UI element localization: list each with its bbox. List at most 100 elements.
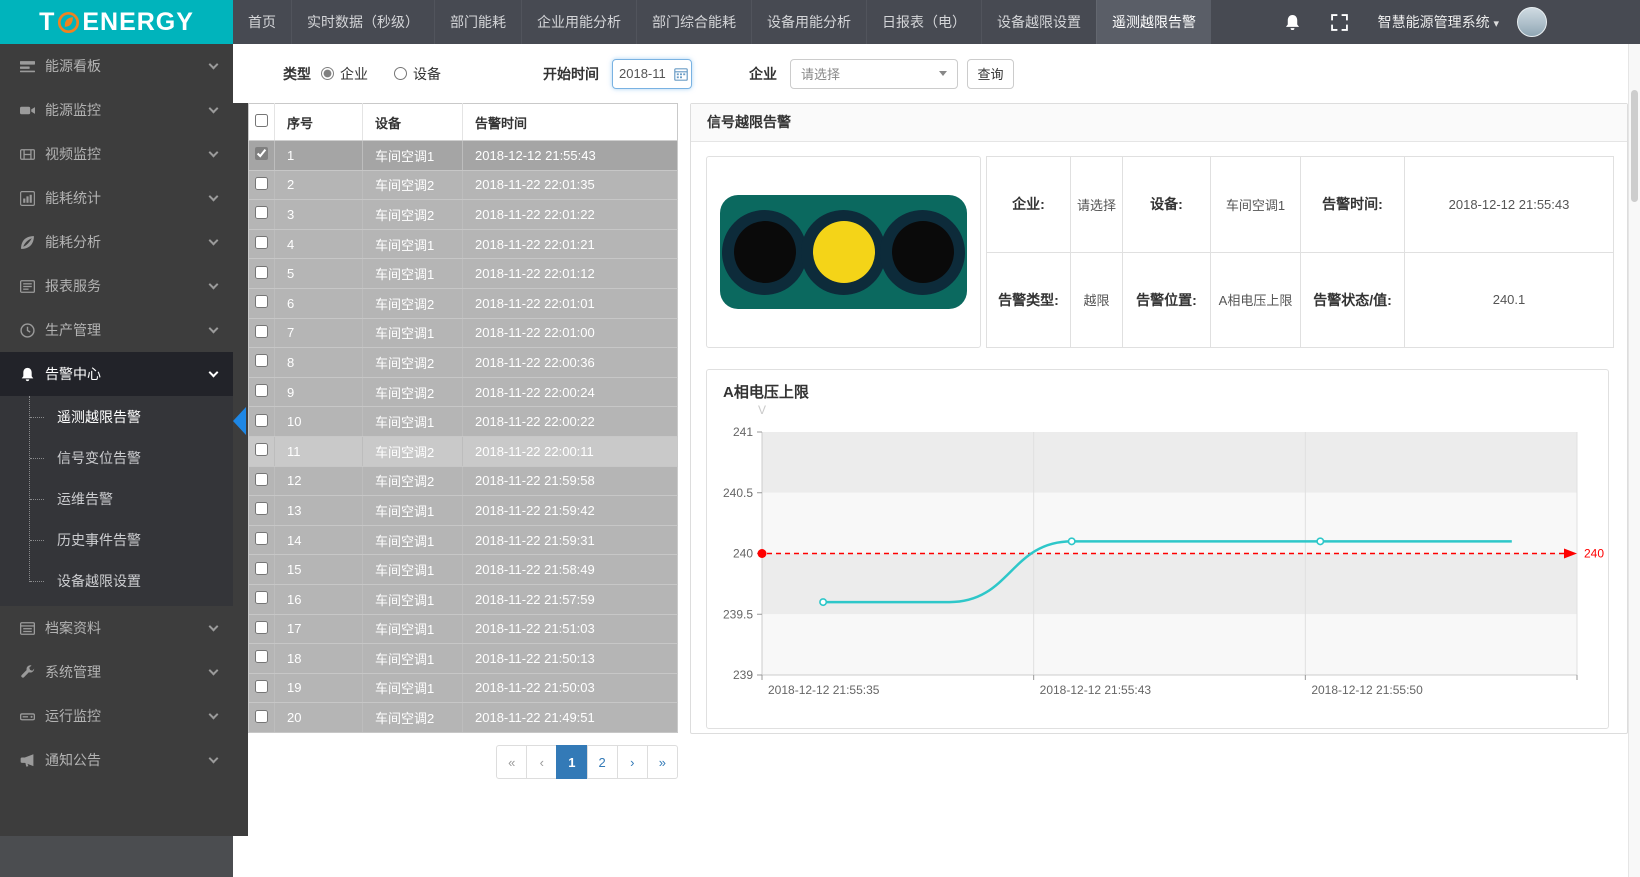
- sidebar-item-system-mgmt[interactable]: 系统管理: [0, 650, 233, 694]
- user-avatar[interactable]: [1517, 7, 1547, 37]
- row-checkbox[interactable]: [255, 325, 268, 338]
- sidebar-item-energy-statistics[interactable]: 能耗统计: [0, 176, 233, 220]
- sidebar-subitem-telemetry-limit-alarm[interactable]: 遥测越限告警: [0, 397, 233, 438]
- row-checkbox[interactable]: [255, 177, 268, 190]
- table-row[interactable]: 16车间空调12018-11-22 21:57:59: [249, 584, 678, 614]
- sidebar-item-report-service[interactable]: 报表服务: [0, 264, 233, 308]
- calendar-icon[interactable]: [674, 67, 688, 81]
- pagination: « ‹ 1 2 › »: [248, 745, 678, 779]
- topnav-device-limit-setting[interactable]: 设备越限设置: [981, 0, 1096, 44]
- row-checkbox[interactable]: [255, 562, 268, 575]
- row-checkbox[interactable]: [255, 473, 268, 486]
- row-checkbox[interactable]: [255, 147, 268, 160]
- fullscreen-icon[interactable]: [1331, 14, 1348, 31]
- pagination-first-button[interactable]: «: [496, 745, 527, 779]
- sidebar-item-production-mgmt[interactable]: 生产管理: [0, 308, 233, 352]
- row-device: 车间空调1: [363, 614, 463, 644]
- sidebar-item-energy-monitor[interactable]: 能源监控: [0, 88, 233, 132]
- table-row[interactable]: 4车间空调12018-11-22 22:01:21: [249, 229, 678, 259]
- table-row[interactable]: 12车间空调22018-11-22 21:59:58: [249, 466, 678, 496]
- sidebar-subitem-ops-alarm[interactable]: 运维告警: [0, 479, 233, 520]
- topnav-realtime-data[interactable]: 实时数据（秒级）: [291, 0, 434, 44]
- sidebar-item-operation-monitor[interactable]: 运行监控: [0, 694, 233, 738]
- table-row[interactable]: 5车间空调12018-11-22 22:01:12: [249, 259, 678, 289]
- voltage-line-chart[interactable]: 241240.5240239.52392018-12-12 21:55:3520…: [707, 370, 1610, 728]
- table-row[interactable]: 2车间空调22018-11-22 22:01:35: [249, 170, 678, 200]
- type-radio[interactable]: [394, 67, 407, 80]
- table-row[interactable]: 18车间空调12018-11-22 21:50:13: [249, 644, 678, 674]
- row-checkbox[interactable]: [255, 236, 268, 249]
- topnav-home[interactable]: 首页: [233, 0, 291, 44]
- scrollbar-thumb[interactable]: [1631, 90, 1638, 202]
- table-row[interactable]: 8车间空调22018-11-22 22:00:36: [249, 348, 678, 378]
- table-row[interactable]: 15车间空调12018-11-22 21:58:49: [249, 555, 678, 585]
- bell-icon[interactable]: [1284, 14, 1301, 31]
- table-row[interactable]: 17车间空调12018-11-22 21:51:03: [249, 614, 678, 644]
- start-time-label: 开始时间: [543, 64, 599, 84]
- radio-option-enterprise[interactable]: 企业: [321, 64, 368, 84]
- table-row[interactable]: 1车间空调12018-12-12 21:55:43: [249, 141, 678, 171]
- table-row[interactable]: 13车间空调12018-11-22 21:59:42: [249, 496, 678, 526]
- row-checkbox[interactable]: [255, 354, 268, 367]
- info-label-alarm-value: 告警状态/值:: [1301, 253, 1405, 349]
- sidebar-item-notices[interactable]: 通知公告: [0, 738, 233, 782]
- radio-option-device[interactable]: 设备: [394, 64, 441, 84]
- start-time-picker[interactable]: [612, 59, 692, 89]
- table-row[interactable]: 3车间空调22018-11-22 22:01:22: [249, 200, 678, 230]
- topnav-device-analysis[interactable]: 设备用能分析: [751, 0, 866, 44]
- row-checkbox[interactable]: [255, 621, 268, 634]
- enterprise-select[interactable]: 请选择: [790, 59, 958, 89]
- topnav-dept-comprehensive[interactable]: 部门综合能耗: [636, 0, 751, 44]
- sidebar-item-energy-dashboard[interactable]: 能源看板: [0, 44, 233, 88]
- table-row[interactable]: 11车间空调22018-11-22 22:00:11: [249, 436, 678, 466]
- row-checkbox[interactable]: [255, 532, 268, 545]
- sidebar-item-label: 能耗分析: [45, 232, 101, 252]
- pagination-page-1[interactable]: 1: [556, 745, 587, 779]
- sidebar-item-archives[interactable]: 档案资料: [0, 606, 233, 650]
- query-button[interactable]: 查询: [967, 59, 1014, 89]
- sidebar-item-energy-analysis[interactable]: 能耗分析: [0, 220, 233, 264]
- pagination-prev-button[interactable]: ‹: [526, 745, 557, 779]
- table-row[interactable]: 6车间空调22018-11-22 22:01:01: [249, 288, 678, 318]
- row-checkbox[interactable]: [255, 206, 268, 219]
- sidebar-subitem-history-event-alarm[interactable]: 历史事件告警: [0, 520, 233, 561]
- table-row[interactable]: 10车间空调12018-11-22 22:00:22: [249, 407, 678, 437]
- topnav-telemetry-alarm[interactable]: 遥测越限告警: [1096, 0, 1211, 44]
- row-seq: 2: [275, 170, 363, 200]
- system-menu[interactable]: 智慧能源管理系统 ▾: [1378, 12, 1499, 32]
- row-checkbox[interactable]: [255, 384, 268, 397]
- row-checkbox[interactable]: [255, 591, 268, 604]
- pagination-last-button[interactable]: »: [647, 745, 678, 779]
- pagination-page-2[interactable]: 2: [587, 745, 618, 779]
- table-row[interactable]: 9车间空调22018-11-22 22:00:24: [249, 377, 678, 407]
- select-all-checkbox[interactable]: [255, 114, 268, 127]
- row-checkbox[interactable]: [255, 266, 268, 279]
- row-checkbox[interactable]: [255, 710, 268, 723]
- sidebar-subitem-device-limit-setting[interactable]: 设备越限设置: [0, 561, 233, 602]
- sidebar-subitem-signal-change-alarm[interactable]: 信号变位告警: [0, 438, 233, 479]
- type-radio[interactable]: [321, 67, 334, 80]
- row-seq: 20: [275, 703, 363, 733]
- topnav-daily-report[interactable]: 日报表（电）: [866, 0, 981, 44]
- svg-text:2018-12-12 21:55:43: 2018-12-12 21:55:43: [1040, 683, 1152, 697]
- row-checkbox[interactable]: [255, 443, 268, 456]
- row-checkbox[interactable]: [255, 650, 268, 663]
- table-row[interactable]: 19车间空调12018-11-22 21:50:03: [249, 673, 678, 703]
- chart-title: A相电压上限: [723, 381, 809, 402]
- table-row[interactable]: 20车间空调22018-11-22 21:49:51: [249, 703, 678, 733]
- sidebar-item-video-monitor[interactable]: 视频监控: [0, 132, 233, 176]
- traffic-light-ring: [722, 210, 807, 295]
- row-checkbox[interactable]: [255, 502, 268, 515]
- sidebar-item-alarm-center[interactable]: 告警中心: [0, 352, 233, 396]
- start-time-input[interactable]: [619, 66, 669, 81]
- topnav-dept-energy[interactable]: 部门能耗: [434, 0, 521, 44]
- row-checkbox[interactable]: [255, 680, 268, 693]
- column-header-device: 设备: [363, 104, 463, 141]
- table-row[interactable]: 14车间空调12018-11-22 21:59:31: [249, 525, 678, 555]
- row-checkbox[interactable]: [255, 295, 268, 308]
- row-checkbox[interactable]: [255, 414, 268, 427]
- pagination-next-button[interactable]: ›: [617, 745, 648, 779]
- vertical-scrollbar[interactable]: [1628, 44, 1640, 877]
- topnav-enterprise-analysis[interactable]: 企业用能分析: [521, 0, 636, 44]
- table-row[interactable]: 7车间空调12018-11-22 22:01:00: [249, 318, 678, 348]
